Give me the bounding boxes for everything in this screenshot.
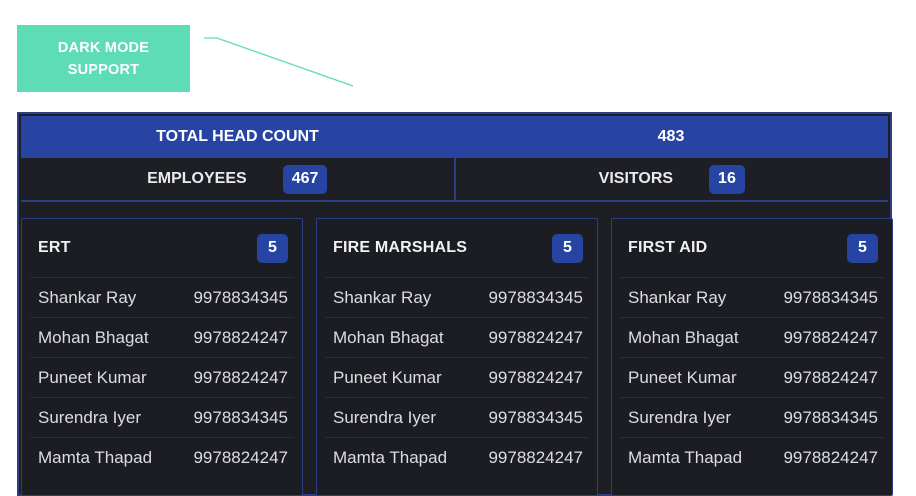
group-count-badge: 5 — [257, 233, 288, 263]
group-card-header[interactable]: FIRE MARSHALS 5 — [317, 219, 597, 277]
callout-text: DARK MODE SUPPORT — [57, 39, 150, 78]
list-item[interactable]: Mamta Thapad 9978824247 — [620, 437, 884, 477]
group-card-fire-marshals: FIRE MARSHALS 5 Shankar Ray 9978834345 Mo… — [316, 218, 598, 496]
member-phone: 9978834345 — [488, 287, 583, 307]
member-name: Mamta Thapad — [628, 447, 743, 467]
total-head-count-label: TOTAL HEAD COUNT — [156, 128, 319, 145]
visitors-count-badge: 16 — [709, 164, 745, 194]
employees-stat[interactable]: EMPLOYEES 467 — [21, 158, 454, 200]
list-item[interactable]: Surendra Iyer 9978834345 — [30, 397, 294, 437]
member-name: Puneet Kumar — [38, 367, 147, 387]
member-name: Mamta Thapad — [333, 447, 448, 467]
employees-label: EMPLOYEES — [147, 170, 247, 187]
member-name: Surendra Iyer — [628, 407, 731, 427]
group-title: FIRE MARSHALS — [333, 239, 468, 256]
member-name: Shankar Ray — [333, 287, 432, 307]
member-name: Surendra Iyer — [333, 407, 436, 427]
group-card-header[interactable]: ERT 5 — [22, 219, 302, 277]
member-phone: 9978834345 — [783, 407, 878, 427]
presentation-canvas: DARK MODE SUPPORT TOTAL HEAD COUNT 483 E… — [0, 0, 916, 496]
list-item[interactable]: Puneet Kumar 9978824247 — [30, 357, 294, 397]
group-card-header[interactable]: FIRST AID 5 — [612, 219, 892, 277]
member-phone: 9978824247 — [783, 367, 878, 387]
member-phone: 9978834345 — [193, 407, 288, 427]
group-member-list: Shankar Ray 9978834345 Mohan Bhagat 997882… — [30, 277, 294, 477]
member-phone: 9978824247 — [488, 327, 583, 347]
member-phone: 9978834345 — [783, 287, 878, 307]
responder-groups: ERT 5 Shankar Ray 9978834345 Mohan Bhagat… — [19, 218, 894, 496]
group-card-first-aid: FIRST AID 5 Shankar Ray 9978834345 Mohan … — [611, 218, 893, 496]
member-phone: 9978834345 — [488, 407, 583, 427]
list-item[interactable]: Mamta Thapad 9978824247 — [325, 437, 589, 477]
list-item[interactable]: Mohan Bhagat 9978824247 — [325, 317, 589, 357]
group-title: ERT — [38, 239, 71, 256]
member-name: Mohan Bhagat — [38, 327, 149, 347]
member-phone: 9978824247 — [488, 447, 583, 467]
list-item[interactable]: Mohan Bhagat 9978824247 — [30, 317, 294, 357]
visitors-label: VISITORS — [598, 170, 674, 187]
list-item[interactable]: Puneet Kumar 9978824247 — [325, 357, 589, 397]
visitors-stat[interactable]: VISITORS 16 — [453, 158, 889, 200]
member-phone: 9978824247 — [193, 447, 288, 467]
list-item[interactable]: Surendra Iyer 9978834345 — [620, 397, 884, 437]
member-name: Shankar Ray — [628, 287, 727, 307]
member-name: Puneet Kumar — [333, 367, 442, 387]
total-head-count-bar: TOTAL HEAD COUNT 483 — [21, 116, 888, 158]
member-phone: 9978824247 — [193, 367, 288, 387]
list-item[interactable]: Mamta Thapad 9978824247 — [30, 437, 294, 477]
group-count-badge: 5 — [847, 233, 878, 263]
employees-count-badge: 467 — [282, 164, 328, 194]
member-phone: 9978824247 — [193, 327, 288, 347]
member-phone: 9978834345 — [193, 287, 288, 307]
member-name: Shankar Ray — [38, 287, 137, 307]
total-head-count-value: 483 — [657, 128, 685, 145]
member-phone: 9978824247 — [783, 447, 878, 467]
list-item[interactable]: Shankar Ray 9978834345 — [620, 277, 884, 317]
member-phone: 9978824247 — [783, 327, 878, 347]
list-item[interactable]: Shankar Ray 9978834345 — [325, 277, 589, 317]
headcount-breakdown: EMPLOYEES 467 VISITORS 16 — [21, 158, 888, 202]
headcount-dashboard: TOTAL HEAD COUNT 483 EMPLOYEES 467 VISIT… — [17, 112, 894, 496]
group-count-badge: 5 — [552, 233, 583, 263]
member-name: Mamta Thapad — [38, 447, 153, 467]
member-name: Surendra Iyer — [38, 407, 141, 427]
member-name: Mohan Bhagat — [333, 327, 444, 347]
group-member-list: Shankar Ray 9978834345 Mohan Bhagat 997882… — [620, 277, 884, 477]
list-item[interactable]: Puneet Kumar 9978824247 — [620, 357, 884, 397]
member-name: Puneet Kumar — [628, 367, 737, 387]
group-member-list: Shankar Ray 9978834345 Mohan Bhagat 997882… — [325, 277, 589, 477]
list-item[interactable]: Shankar Ray 9978834345 — [30, 277, 294, 317]
group-card-ert: ERT 5 Shankar Ray 9978834345 Mohan Bhagat… — [21, 218, 303, 496]
dark-mode-callout: DARK MODE SUPPORT — [17, 25, 190, 92]
member-name: Mohan Bhagat — [628, 327, 739, 347]
list-item[interactable]: Mohan Bhagat 9978824247 — [620, 317, 884, 357]
member-phone: 9978824247 — [488, 367, 583, 387]
list-item[interactable]: Surendra Iyer 9978834345 — [325, 397, 589, 437]
group-title: FIRST AID — [628, 239, 708, 256]
